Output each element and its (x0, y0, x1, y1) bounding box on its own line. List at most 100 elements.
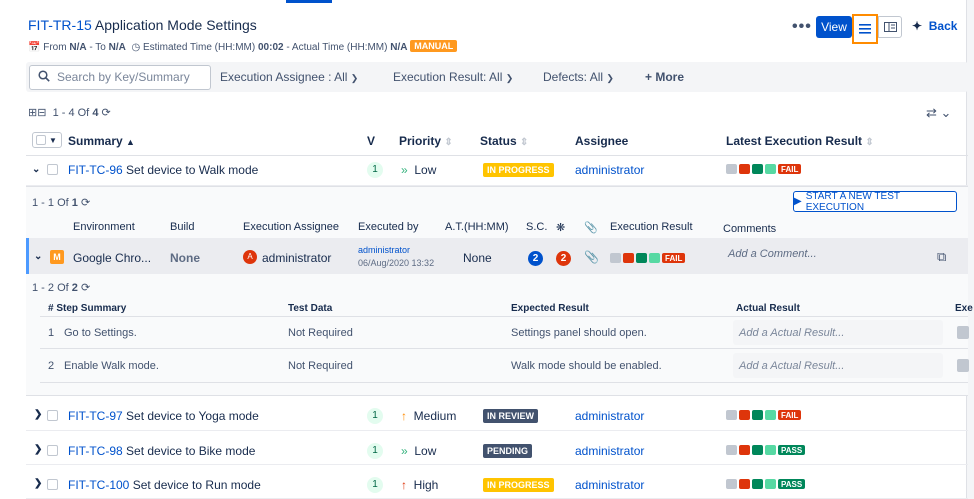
select-all-checkbox[interactable]: ▼ (32, 132, 62, 148)
defects-filter[interactable]: Defects: All ❯ (543, 70, 614, 84)
assignee-link[interactable]: administrator (575, 444, 644, 458)
latest-result-bars: PASS (726, 445, 806, 455)
row-checkbox[interactable] (47, 445, 58, 456)
step-col-data: Test Data (288, 303, 333, 314)
issue-key-link[interactable]: FIT-TR-15 (28, 17, 92, 33)
step-summary: Enable Walk mode. (64, 360, 159, 372)
row-checkbox[interactable] (47, 410, 58, 421)
status-lozenge: IN PROGRESS (483, 163, 554, 177)
more-options-button[interactable]: ••• (792, 18, 812, 36)
chevron-down-icon[interactable]: ▼ (49, 136, 57, 145)
column-summary[interactable]: Summary ▲ (68, 134, 135, 148)
assignee-link[interactable]: administrator (575, 478, 644, 492)
step-expected: Settings panel should open. (511, 327, 647, 339)
actual-result-placeholder: Add a Actual Result... (739, 327, 845, 339)
refresh-icon[interactable]: ⟳ (81, 282, 90, 294)
exec-col-comments: Comments (723, 223, 777, 235)
collapse-chevron-icon[interactable]: ⌄ (32, 164, 40, 175)
manual-badge: MANUAL (410, 40, 458, 52)
priority-label: Low (414, 444, 437, 458)
expand-chevron-icon[interactable]: ❯ (34, 478, 42, 489)
defect-count-badge[interactable]: 2 (556, 251, 571, 266)
list-icon (859, 24, 871, 34)
expand-chevron-icon[interactable]: ❯ (34, 444, 42, 455)
column-priority[interactable]: Priority ⇕ (399, 134, 453, 148)
expand-all-icon[interactable]: ⊞⊟ (28, 107, 46, 119)
assignee-link[interactable]: administrator (575, 163, 644, 177)
refresh-icon[interactable]: ⟳ (102, 107, 111, 119)
view-button[interactable]: View (816, 16, 852, 38)
exec-col-actual-time: A.T.(HH:MM) (445, 221, 509, 233)
attachment-icon: 📎 (584, 222, 598, 234)
result-bar (765, 410, 776, 420)
expand-chevron-icon[interactable]: ❯ (34, 409, 42, 420)
result-bar (726, 410, 737, 420)
result-bar (726, 445, 737, 455)
executed-by-value[interactable]: administrator (358, 245, 410, 255)
test-case-link[interactable]: FIT-TC-100 (68, 478, 129, 492)
time-meta: 📅 From N/A - To N/A ◷ Estimated Time (HH… (28, 40, 458, 53)
bell-icon: ✦ (912, 19, 923, 33)
execution-counter: 1 - 1 Of 1 ⟳ (32, 197, 91, 209)
test-case-title: Set device to Bike mode (126, 444, 256, 458)
start-new-execution-button[interactable]: ▶ START A NEW TEST EXECUTION (793, 191, 957, 213)
step-status-box[interactable] (957, 359, 969, 372)
test-case-link[interactable]: FIT-TC-98 (68, 444, 123, 458)
column-latest-result[interactable]: Latest Execution Result ⇕ (726, 134, 874, 148)
result-badge: FAIL (778, 164, 802, 174)
step-status-box[interactable] (957, 326, 969, 339)
test-case-title: Set device to Walk mode (126, 163, 259, 177)
column-version[interactable]: V (367, 134, 375, 148)
manual-env-badge: M (50, 250, 64, 264)
detail-view-button[interactable] (878, 16, 902, 38)
priority-low-icon: » (401, 444, 408, 458)
checkbox[interactable] (36, 135, 46, 145)
exec-col-build: Build (170, 221, 195, 233)
list-view-button[interactable] (852, 14, 878, 44)
step-count-badge[interactable]: 2 (528, 251, 543, 266)
step-number: 1 (48, 327, 55, 339)
step-col-summary: # Step Summary (48, 303, 127, 314)
back-button[interactable]: ✦ Back (912, 19, 957, 33)
result-bar (765, 445, 776, 455)
exec-col-result: Execution Result (610, 221, 693, 233)
bug-icon: ❋ (556, 222, 566, 234)
comment-input[interactable]: Add a Comment... (728, 248, 817, 260)
assignee-link[interactable]: administrator (575, 409, 644, 423)
priority-low-icon: » (401, 163, 408, 177)
result-bar (636, 253, 647, 263)
copy-icon[interactable]: ⧉ (937, 249, 946, 265)
version-badge: 1 (367, 408, 383, 424)
actual-time-value: None (463, 251, 492, 265)
issue-title: Application Mode Settings (94, 17, 257, 33)
refresh-icon[interactable]: ⟳ (81, 197, 90, 209)
more-filters-button[interactable]: + More (645, 70, 684, 84)
status-lozenge: IN PROGRESS (483, 478, 554, 492)
active-tab-indicator (286, 0, 332, 3)
collapse-chevron-icon[interactable]: ⌄ (34, 251, 42, 262)
attachment-icon[interactable]: 📎 (584, 250, 599, 264)
search-icon (38, 70, 50, 82)
result-bar (623, 253, 634, 263)
result-badge: FAIL (662, 253, 686, 263)
execution-result-bars[interactable]: FAIL (610, 253, 686, 263)
sort-icon: ⇕ (520, 137, 529, 148)
actual-value: N/A (390, 42, 408, 53)
estimated-value: 00:02 (257, 42, 284, 53)
priority-cell: » Low (401, 444, 436, 458)
row-checkbox[interactable] (47, 479, 58, 490)
column-status[interactable]: Status ⇕ (480, 134, 528, 148)
row-checkbox[interactable] (47, 164, 58, 175)
test-case-link[interactable]: FIT-TC-97 (68, 409, 123, 423)
column-assignee[interactable]: Assignee (575, 134, 628, 148)
actual-label: - Actual Time (HH:MM) (286, 42, 388, 53)
execution-assignee-filter[interactable]: Execution Assignee : All ❯ (220, 70, 358, 84)
shuffle-icon[interactable]: ⇄ ⌄ (926, 105, 951, 121)
execution-result-filter[interactable]: Execution Result: All ❯ (393, 70, 513, 84)
test-case-link[interactable]: FIT-TC-96 (68, 163, 123, 177)
row-summary: FIT-TC-100 Set device to Run mode (68, 478, 261, 492)
execution-assignee-value[interactable]: administrator (262, 251, 331, 265)
step-col-exe: Exe (955, 303, 973, 314)
avatar: A (243, 250, 257, 264)
execution-row[interactable] (26, 238, 968, 274)
